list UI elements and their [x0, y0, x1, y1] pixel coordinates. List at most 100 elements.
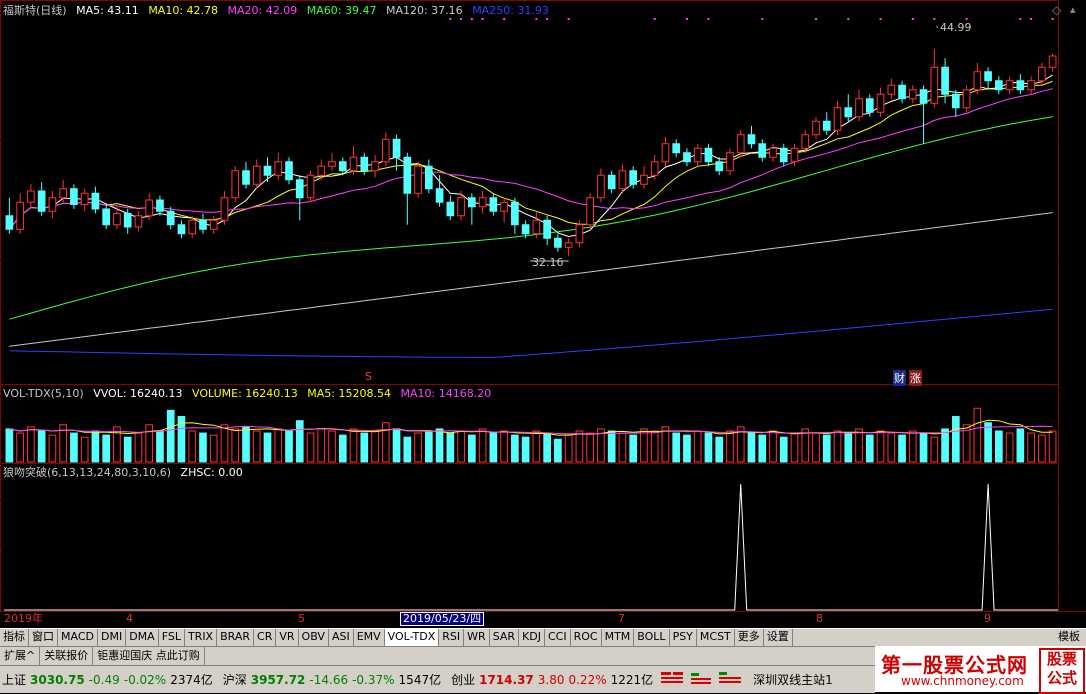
volume-bar	[618, 432, 627, 463]
candle-body	[790, 147, 799, 163]
candle-body	[156, 199, 164, 212]
tab-0[interactable]: 指标	[0, 629, 29, 646]
volume-bar	[1038, 434, 1046, 463]
tab-6[interactable]: TRIX	[185, 629, 218, 646]
volume-bar	[242, 426, 250, 463]
signal-dot	[1019, 18, 1022, 20]
volume-bar	[898, 434, 906, 463]
tab-15[interactable]: WR	[464, 629, 490, 646]
volume-bar	[650, 430, 659, 463]
tab-9[interactable]: VR	[276, 629, 299, 646]
tab-12[interactable]: EMV	[354, 629, 385, 646]
s-marker[interactable]: S	[365, 370, 372, 383]
tab-1[interactable]: 窗口	[29, 629, 58, 646]
cy-index-name[interactable]: 创业	[451, 671, 475, 688]
tab-11[interactable]: ASI	[329, 629, 354, 646]
tab-20[interactable]: MTM	[602, 629, 635, 646]
tab-21[interactable]: BOLL	[634, 629, 670, 646]
candle-body	[554, 237, 562, 248]
template-button[interactable]: 模板	[1058, 629, 1086, 645]
candle-body	[371, 161, 379, 172]
promo-link[interactable]: 钜惠迎国庆 点此订购	[93, 647, 205, 665]
volume-bar	[145, 424, 154, 463]
site-logo: 第一股票公式网 www.chnmoney.com 股票 公式	[875, 646, 1086, 694]
tab-2[interactable]: MACD	[58, 629, 98, 646]
candle-body	[855, 98, 863, 118]
tab-13[interactable]: VOL-TDX	[384, 629, 440, 646]
signal-dot	[503, 18, 506, 20]
sh-index-name[interactable]: 上证	[2, 671, 26, 688]
related-quote-button[interactable]: 关联报价	[40, 647, 94, 665]
indicator-legend: 狼吻突破(6,13,13,24,80,3,10,6) ZHSC: 0.00	[3, 466, 249, 479]
signal-dot	[460, 18, 463, 20]
volume-bar	[328, 430, 336, 463]
tab-5[interactable]: FSL	[159, 629, 185, 646]
ma120-line	[9, 212, 1053, 347]
volume-bar	[769, 430, 777, 463]
sz-index-name[interactable]: 沪深	[223, 671, 247, 688]
volume-bar	[865, 434, 874, 463]
volume-bar	[575, 430, 584, 463]
tab-24[interactable]: 更多	[735, 629, 764, 646]
candle-body	[1048, 55, 1057, 68]
finance-marker[interactable]: 财	[893, 370, 906, 386]
candle-body	[349, 156, 358, 172]
candle-body	[166, 210, 175, 226]
tab-18[interactable]: CCI	[545, 629, 571, 646]
logo-badge: 股票 公式	[1039, 648, 1085, 694]
tab-23[interactable]: MCST	[697, 629, 735, 646]
signal-dot	[707, 18, 710, 20]
diamond-icon[interactable]: ◇	[1052, 3, 1061, 17]
cy-index-pct: 0.22%	[568, 672, 607, 687]
sz-index-value: 3957.72	[250, 672, 306, 687]
volume-bar	[414, 432, 422, 463]
volume-bar	[403, 436, 412, 463]
candle-body	[489, 197, 498, 212]
expand-button[interactable]: 扩展^	[0, 647, 41, 665]
rise-marker[interactable]: 涨	[909, 370, 922, 386]
candle-body	[360, 156, 369, 172]
volume-bar	[381, 422, 390, 463]
candle-body	[865, 98, 874, 113]
candle-body	[285, 161, 293, 181]
sz-index-change: -14.66	[309, 672, 349, 687]
volume-bar	[1027, 432, 1035, 463]
kline-chart-canvas[interactable]	[0, 0, 1086, 692]
volume-bar	[511, 434, 519, 463]
tab-8[interactable]: CR	[254, 629, 277, 646]
tab-14[interactable]: RSI	[439, 629, 465, 646]
low-price-label: 32.16	[532, 256, 564, 269]
signal-dot	[847, 18, 850, 20]
tab-3[interactable]: DMI	[98, 629, 127, 646]
volume-bar	[285, 430, 293, 463]
volume-bar	[855, 428, 863, 463]
logo-badge-line1: 股票	[1046, 650, 1077, 668]
candle-body	[779, 147, 788, 163]
volume-bar	[812, 432, 820, 463]
tab-16[interactable]: SAR	[490, 629, 520, 646]
main-legend: 福斯特(日线) MA5: 43.11 MA10: 42.78 MA20: 42.…	[3, 4, 555, 17]
candle-body	[220, 197, 229, 221]
scroll-up-icon[interactable]: ▴	[1070, 3, 1076, 16]
tab-25[interactable]: 设置	[764, 629, 793, 646]
tab-17[interactable]: KDJ	[519, 629, 545, 646]
tab-22[interactable]: PSY	[670, 629, 697, 646]
tab-19[interactable]: ROC	[571, 629, 602, 646]
sh-index-value: 3030.75	[30, 672, 85, 687]
cy-index-amount: 1221亿	[610, 673, 654, 687]
candle-body	[995, 80, 1003, 91]
tab-7[interactable]: BRAR	[217, 629, 255, 646]
tab-4[interactable]: DMA	[126, 629, 159, 646]
candle-body	[704, 147, 713, 163]
server-name[interactable]: 深圳双线主站1	[753, 671, 833, 688]
volume-bar	[27, 426, 35, 463]
candle-body	[1038, 66, 1046, 82]
volume-bar	[371, 430, 379, 463]
candle-body	[607, 174, 616, 190]
volume-bar	[941, 428, 949, 463]
candle-body	[113, 213, 121, 226]
tab-10[interactable]: OBV	[299, 629, 329, 646]
vol-legend: VOL-TDX(5,10) VVOL: 16240.13 VOLUME: 162…	[3, 387, 497, 400]
volume-bar	[446, 432, 455, 463]
volume-bar	[1048, 430, 1057, 463]
